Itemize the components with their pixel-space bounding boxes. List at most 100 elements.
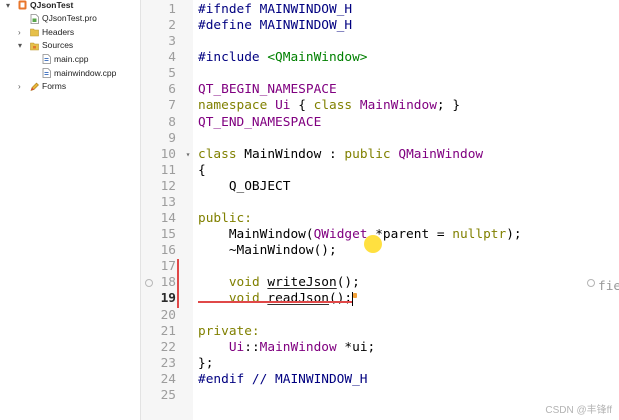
qt-project-icon <box>18 0 30 10</box>
code-line[interactable] <box>198 34 619 50</box>
tree-item-headers[interactable]: › Headers <box>18 26 74 39</box>
line-number: 16 <box>160 243 176 259</box>
code-editor[interactable]: #ifndef MAINWINDOW_H #define MAINWINDOW_H… <box>193 0 619 420</box>
code-token: class <box>198 146 237 162</box>
code-token: namespace <box>198 98 268 114</box>
line-number: 8 <box>168 114 176 130</box>
code-token: QWidget <box>313 227 368 243</box>
chevron-down-icon[interactable]: ▾ <box>6 0 18 12</box>
code-line[interactable] <box>198 259 619 275</box>
mouse-highlight-icon <box>364 235 382 253</box>
inline-hint-text: fie <box>598 279 619 292</box>
code-token: Ui <box>275 98 291 114</box>
code-line[interactable]: class MainWindow : public QMainWindow <box>198 147 619 163</box>
tree-item-label: mainwindow.cpp <box>54 67 117 78</box>
code-line[interactable]: #ifndef MAINWINDOW_H <box>198 2 619 18</box>
code-line[interactable]: Q_OBJECT <box>198 179 619 195</box>
code-line[interactable]: MainWindow(QWidget *parent = nullptr); <box>198 227 619 243</box>
headers-folder-icon <box>30 27 42 37</box>
code-token: <QMainWindow> <box>267 50 368 66</box>
code-token: private: <box>198 323 260 339</box>
code-line[interactable]: private: <box>198 324 619 340</box>
chevron-down-icon[interactable]: ▾ <box>18 39 30 52</box>
line-number: 22 <box>160 339 176 355</box>
code-line[interactable]: public: <box>198 211 619 227</box>
code-token: #endif // MAINWINDOW_H <box>198 371 368 387</box>
code-line[interactable] <box>198 66 619 82</box>
code-token: MainWindow <box>359 98 437 114</box>
code-token: void <box>228 275 260 291</box>
code-token: ); <box>506 227 522 243</box>
tree-item-mainwindow-cpp[interactable]: mainwindow.cpp <box>30 67 116 80</box>
line-number: 24 <box>160 371 176 387</box>
code-line[interactable] <box>198 195 619 211</box>
code-token: { <box>290 98 314 114</box>
code-token: void <box>228 291 260 307</box>
line-number: 1 <box>168 2 176 17</box>
code-line[interactable]: void readJson(); <box>198 291 619 307</box>
line-number: 13 <box>160 194 176 210</box>
tree-item-qjsontest-pro[interactable]: QJsonTest.pro <box>18 12 97 25</box>
line-number: 12 <box>160 178 176 194</box>
tree-item-sources[interactable]: ▾ Sources <box>18 39 73 52</box>
line-number: 10 <box>160 146 176 162</box>
code-token: MainWindow : <box>236 146 345 162</box>
sources-folder-icon <box>30 41 42 51</box>
project-tree-panel[interactable]: ▾ QJsonTest QJsonTest.pro › Headers ▾ Sources m… <box>0 0 141 420</box>
code-line[interactable] <box>198 131 619 147</box>
code-token: { <box>198 162 206 178</box>
watermark: CSDN @丰锋ff <box>545 405 612 416</box>
code-token: QT_END_NAMESPACE <box>198 114 322 130</box>
cursor-marker-icon <box>353 293 357 298</box>
line-number: 20 <box>160 307 176 323</box>
line-number: 25 <box>160 387 176 403</box>
code-line[interactable]: QT_BEGIN_NAMESPACE <box>198 82 619 98</box>
code-line[interactable]: }; <box>198 356 619 372</box>
chevron-right-icon[interactable]: › <box>18 80 30 93</box>
code-line[interactable]: ~MainWindow(); <box>198 243 619 259</box>
code-token: public <box>344 146 391 162</box>
pro-file-icon <box>30 13 42 24</box>
cpp-file-icon <box>42 68 54 78</box>
code-line[interactable]: namespace Ui { class MainWindow; } <box>198 98 619 114</box>
tree-item-forms[interactable]: › Forms <box>18 80 66 93</box>
tree-item-label: Headers <box>42 26 75 37</box>
code-token: public: <box>198 211 252 227</box>
line-number: 23 <box>160 355 176 371</box>
code-line[interactable]: #define MAINWINDOW_H <box>198 18 619 34</box>
code-token: class <box>313 98 353 114</box>
code-token: Q_OBJECT <box>198 178 291 194</box>
line-number: 6 <box>168 82 176 98</box>
tree-item-main-cpp[interactable]: main.cpp <box>30 53 89 66</box>
code-line[interactable]: #include <QMainWindow> <box>198 50 619 66</box>
code-line[interactable]: #endif // MAINWINDOW_H <box>198 372 619 388</box>
code-token: Ui <box>228 339 245 355</box>
code-line[interactable]: { <box>198 163 619 179</box>
code-token: MainWindow <box>259 339 337 355</box>
line-number: 2 <box>168 18 176 34</box>
code-line[interactable] <box>198 308 619 324</box>
line-number: 4 <box>168 50 176 66</box>
code-token: QT_BEGIN_NAMESPACE <box>198 82 337 98</box>
tree-item-label: main.cpp <box>54 53 89 64</box>
code-line[interactable]: QT_END_NAMESPACE <box>198 115 619 131</box>
code-line[interactable]: Ui::MainWindow *ui; <box>198 340 619 356</box>
line-number: 3 <box>168 34 176 50</box>
line-number: 19 <box>160 291 176 307</box>
tree-item-label: QJsonTest.pro <box>42 13 97 24</box>
code-token: ~MainWindow(); <box>198 243 337 259</box>
inline-hint[interactable]: fie <box>598 275 619 291</box>
tree-item-label: Sources <box>42 40 74 51</box>
fold-chevron-down-icon[interactable]: ▾ <box>184 147 192 163</box>
code-line[interactable]: void writeJson(); <box>198 275 619 291</box>
changed-lines-marker <box>177 259 179 308</box>
line-number-gutter[interactable]: 1 2 3 4 5 6 7 8 9 10 ▾ 11 12 13 14 15 16 17 18 19 20 21 22 23 24… <box>141 0 193 420</box>
chevron-right-icon[interactable]: › <box>18 26 30 39</box>
code-token: readJson <box>267 291 330 307</box>
hint-circle-icon[interactable] <box>587 279 595 287</box>
code-token: (); <box>329 291 353 307</box>
tree-item-qjsontest[interactable]: ▾ QJsonTest <box>6 0 73 12</box>
code-token: nullptr <box>452 227 507 243</box>
